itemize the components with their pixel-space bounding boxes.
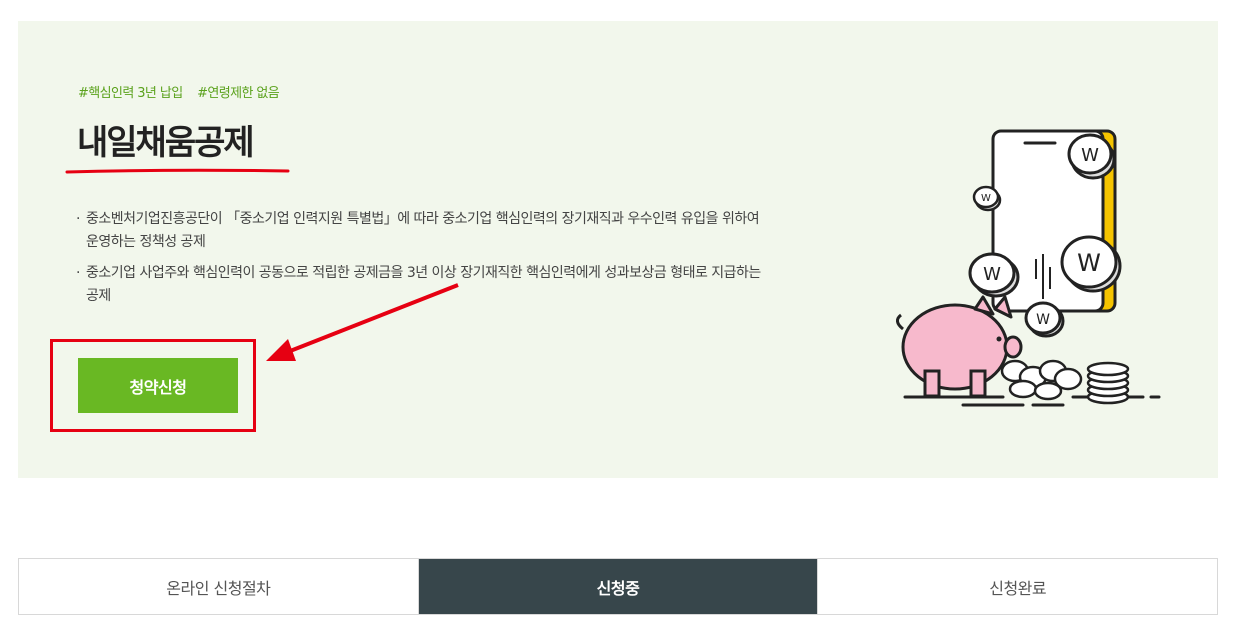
apply-button[interactable]: 청약신청: [78, 358, 238, 413]
svg-text:W: W: [1081, 145, 1099, 166]
svg-text:W: W: [981, 193, 991, 204]
tab-in-progress[interactable]: 신청중: [417, 559, 818, 614]
tab-online-procedure[interactable]: 온라인 신청절차: [19, 559, 418, 614]
description-item: 중소벤처기업진흥공단이 「중소기업 인력지원 특별법」에 따라 중소기업 핵심인…: [76, 208, 766, 254]
title-underline: [65, 168, 290, 174]
svg-text:W: W: [1077, 249, 1101, 277]
tag-core-staff: #핵심인력 3년 납입: [78, 86, 183, 101]
status-tabs: 온라인 신청절차 신청중 신청완료: [18, 558, 1218, 615]
svg-text:W: W: [983, 264, 1001, 285]
svg-text:W: W: [1036, 312, 1050, 328]
tag-no-age-limit: #연령제한 없음: [197, 86, 280, 101]
annotation-arrow-icon: [266, 283, 459, 361]
hero-section: #핵심인력 3년 납입 #연령제한 없음 내일채움공제 중소벤처기업진흥공단이 …: [18, 21, 1218, 478]
tab-completed[interactable]: 신청완료: [817, 559, 1218, 614]
page-title: 내일채움공제: [77, 123, 255, 163]
hashtags: #핵심인력 3년 납입 #연령제한 없음: [78, 82, 290, 101]
piggy-bank-illustration-icon: W W W W W: [896, 129, 1161, 407]
